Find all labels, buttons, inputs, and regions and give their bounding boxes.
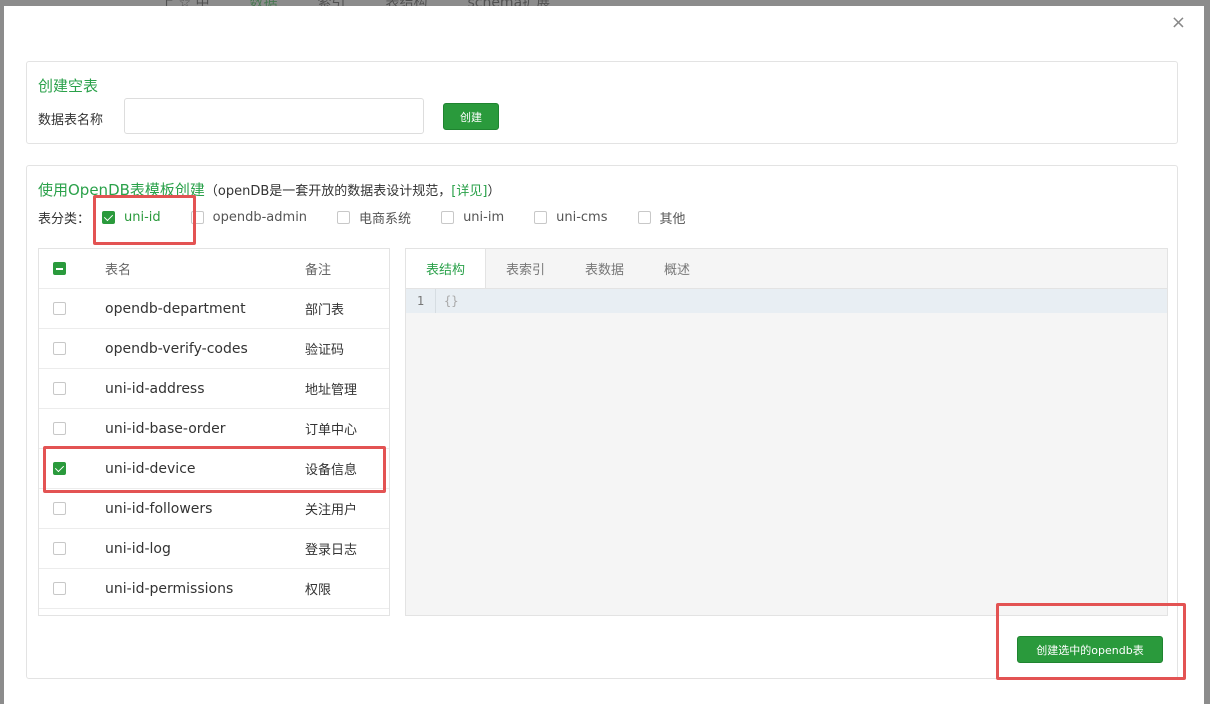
- category-uni-im[interactable]: uni-im: [441, 210, 504, 225]
- table-row[interactable]: uni-id-device 设备信息: [39, 449, 389, 489]
- category-text: 其他: [659, 212, 686, 227]
- checkbox-icon[interactable]: [441, 211, 455, 224]
- row-checkbox[interactable]: [53, 342, 66, 355]
- line-number: 1: [406, 289, 436, 313]
- category-label: 表分类：: [38, 212, 91, 227]
- editor-tabs: 表结构 表索引 表数据 概述: [406, 249, 1167, 289]
- category-text: uni-im: [463, 210, 505, 225]
- category-text: uni-cms: [556, 210, 608, 225]
- create-selected-opendb-button[interactable]: 创建选中的opendb表: [1017, 636, 1163, 663]
- tab-index[interactable]: 表索引: [486, 249, 565, 288]
- row-checkbox[interactable]: [53, 582, 66, 595]
- row-note: 验证码: [305, 343, 345, 358]
- row-checkbox[interactable]: [53, 302, 66, 315]
- opendb-template-panel: 使用OpenDB表模板创建（openDB是一套开放的数据表设计规范，[详见]） …: [26, 165, 1178, 679]
- select-all-checkbox[interactable]: [53, 262, 66, 275]
- opendb-title-text: 使用OpenDB表模板创建: [38, 181, 205, 199]
- checkbox-icon[interactable]: [637, 211, 651, 224]
- table-row[interactable]: opendb-verify-codes 验证码: [39, 329, 389, 369]
- header-name: 表名: [105, 263, 132, 278]
- checkbox-icon[interactable]: [337, 211, 351, 224]
- create-table-dialog: × 创建空表 数据表名称 创建 使用OpenDB表模板创建（openDB是一套开…: [4, 6, 1204, 704]
- category-opendb-admin[interactable]: opendb-admin: [190, 210, 308, 225]
- category-text: 电商系统: [359, 212, 412, 227]
- schema-editor: 表结构 表索引 表数据 概述 1 {}: [405, 248, 1168, 616]
- code-text[interactable]: {}: [436, 294, 458, 308]
- row-name: uni-id-address: [105, 380, 205, 397]
- row-name: uni-id-base-order: [105, 420, 226, 437]
- tab-overview[interactable]: 概述: [644, 249, 710, 288]
- category-text: opendb-admin: [212, 210, 308, 225]
- category-uni-id[interactable]: uni-id: [102, 210, 161, 225]
- table-name-label: 数据表名称: [38, 113, 104, 128]
- row-checkbox[interactable]: [53, 382, 66, 395]
- table-row[interactable]: uni-id-address 地址管理: [39, 369, 389, 409]
- row-checkbox[interactable]: [53, 422, 66, 435]
- category-uni-cms[interactable]: uni-cms: [534, 210, 608, 225]
- row-note: 权限: [305, 583, 332, 598]
- header-note: 备注: [305, 263, 332, 278]
- row-name: uni-id-log: [105, 540, 171, 557]
- row-name: opendb-department: [105, 300, 246, 317]
- opendb-table-list: 表名 备注 opendb-department 部门表 opendb-verif…: [38, 248, 390, 616]
- checkbox-icon[interactable]: [190, 211, 204, 224]
- row-note: 设备信息: [305, 463, 358, 478]
- row-note: 部门表: [305, 303, 345, 318]
- category-filter: 表分类： uni-id opendb-admin 电商系统 uni-im uni…: [38, 208, 716, 227]
- row-note: 订单中心: [305, 423, 358, 438]
- row-checkbox[interactable]: [53, 502, 66, 515]
- tab-data[interactable]: 表数据: [565, 249, 644, 288]
- table-row[interactable]: uni-id-followers 关注用户: [39, 489, 389, 529]
- table-row[interactable]: uni-id-permissions 权限: [39, 569, 389, 609]
- opendb-title: 使用OpenDB表模板创建（openDB是一套开放的数据表设计规范，[详见]）: [38, 179, 500, 200]
- code-line[interactable]: 1 {}: [406, 289, 1167, 313]
- table-name-input[interactable]: [124, 98, 424, 134]
- details-link[interactable]: [详见]: [451, 184, 487, 199]
- table-row[interactable]: uni-id-base-order 订单中心: [39, 409, 389, 449]
- create-button[interactable]: 创建: [443, 103, 499, 130]
- table-header: 表名 备注: [39, 249, 389, 289]
- row-name: uni-id-device: [105, 460, 196, 477]
- row-name: uni-id-permissions: [105, 580, 234, 597]
- row-note: 地址管理: [305, 383, 358, 398]
- row-name: opendb-verify-codes: [105, 340, 248, 357]
- row-checkbox[interactable]: [53, 462, 66, 475]
- category-other[interactable]: 其他: [637, 208, 686, 227]
- category-text: uni-id: [124, 210, 161, 225]
- opendb-subtitle-end: ）: [487, 184, 501, 199]
- table-row[interactable]: opendb-department 部门表: [39, 289, 389, 329]
- opendb-subtitle: （openDB是一套开放的数据表设计规范，: [204, 184, 452, 199]
- tab-schema[interactable]: 表结构: [406, 249, 487, 288]
- category-ecommerce[interactable]: 电商系统: [337, 208, 411, 227]
- row-note: 关注用户: [305, 503, 358, 518]
- create-empty-panel: 创建空表 数据表名称 创建: [26, 61, 1178, 144]
- row-note: 登录日志: [305, 543, 358, 558]
- create-empty-title: 创建空表: [38, 77, 99, 95]
- checkbox-icon[interactable]: [534, 211, 548, 224]
- row-name: uni-id-followers: [105, 500, 213, 517]
- close-icon[interactable]: ×: [1171, 14, 1186, 32]
- row-checkbox[interactable]: [53, 542, 66, 555]
- checkbox-icon[interactable]: [102, 211, 116, 224]
- table-row[interactable]: uni-id-log 登录日志: [39, 529, 389, 569]
